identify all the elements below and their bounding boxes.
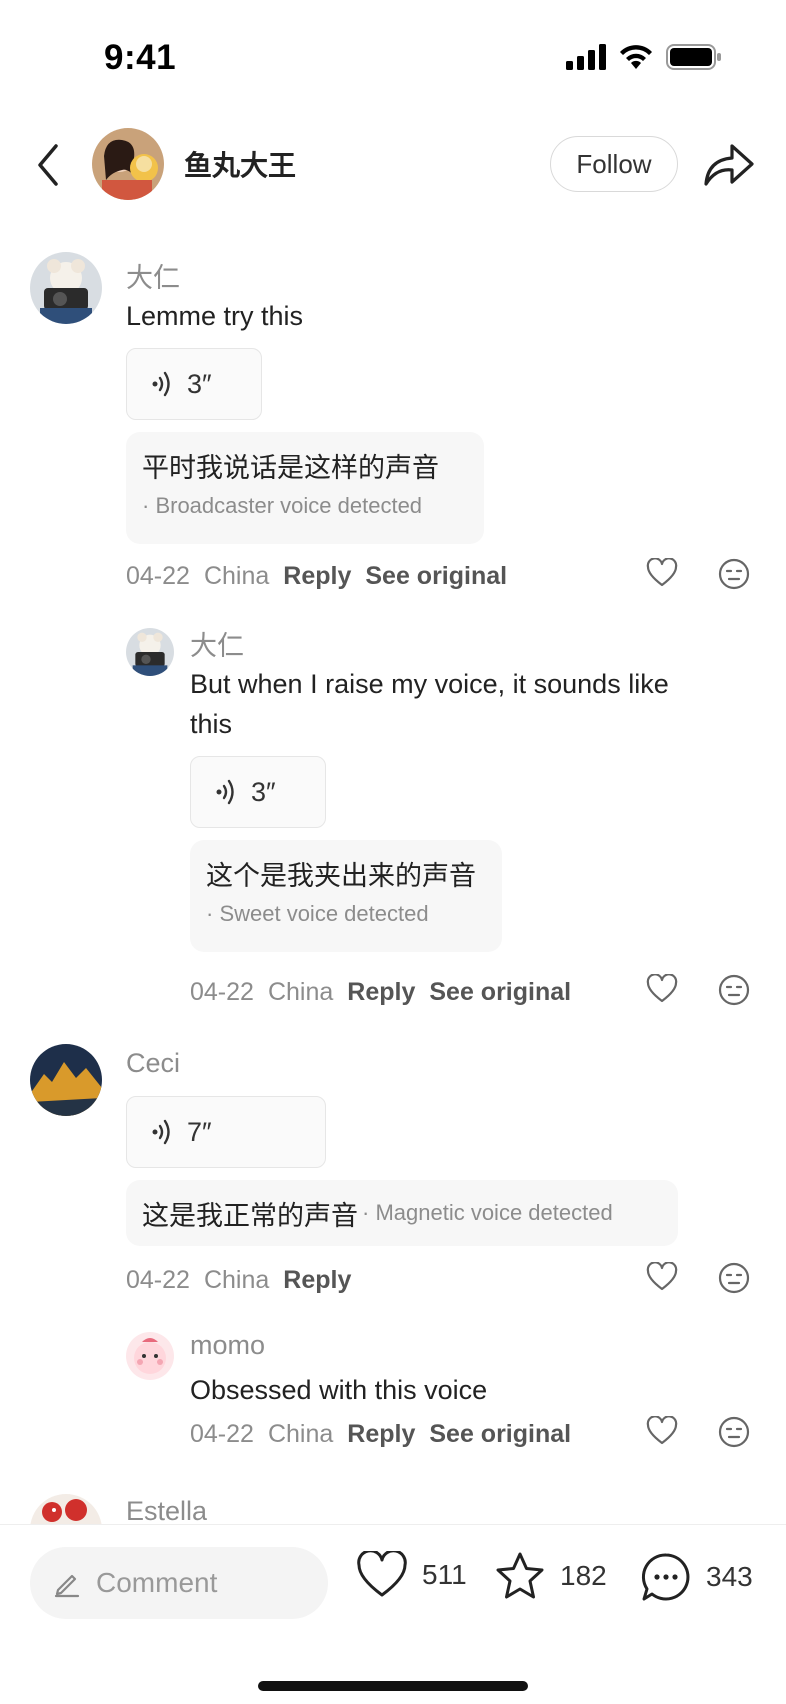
reply-button[interactable]: Reply [283, 562, 351, 591]
comment-actions [646, 558, 750, 590]
voice-detected-label: · Broadcaster voice detected [142, 493, 423, 518]
dislike-face-icon[interactable] [718, 558, 750, 590]
dislike-face-icon[interactable] [718, 1416, 750, 1448]
comment-meta: 04-22 China Reply See original [190, 1420, 585, 1449]
comment-location: China [203, 1266, 270, 1294]
reply-button[interactable]: Reply [283, 1266, 351, 1295]
comment-item: 大仁 Lemme try this 3″ 平时我说话是这样的声音 · Broad… [0, 240, 786, 600]
bottom-action-bar: Comment 511 182 343 [0, 1524, 786, 1704]
author-avatar[interactable] [92, 128, 164, 200]
comment-text-line-1: But when I raise my voice, it sounds lik… [190, 669, 669, 699]
reply-button[interactable]: Reply [347, 1420, 415, 1449]
dislike-face-icon[interactable] [718, 1262, 750, 1294]
transcript-text: 这个是我夹出来的声音 [206, 861, 476, 891]
voice-duration: 7″ [187, 1116, 212, 1147]
heart-icon[interactable] [646, 1416, 678, 1446]
comment-date: 04-22 [190, 978, 254, 1006]
comment-item: Estella [0, 1492, 786, 1524]
voice-wave-icon [152, 1119, 170, 1145]
heart-icon[interactable] [646, 974, 678, 1004]
comment-count: 343 [706, 1561, 753, 1592]
voice-transcript: 这是我正常的声音 · Magnetic voice detected [126, 1180, 678, 1246]
avatar[interactable] [30, 1044, 102, 1116]
chat-bubble-icon[interactable] [640, 1551, 692, 1603]
reply-button[interactable]: Reply [347, 978, 415, 1007]
comment-actions [646, 1262, 750, 1294]
like-stat[interactable]: 511 [356, 1551, 467, 1599]
comment-location: China [267, 978, 334, 1006]
star-icon[interactable] [494, 1551, 546, 1601]
pencil-icon [54, 1574, 80, 1598]
comments-list: 大仁 Lemme try this 3″ 平时我说话是这样的声音 · Broad… [0, 240, 786, 1524]
heart-icon[interactable] [646, 558, 678, 588]
comment-placeholder: Comment [96, 1567, 218, 1598]
voice-wave-icon [152, 371, 170, 397]
comment-reply-item: momo Obsessed with this voice 04-22 Chin… [0, 1330, 786, 1490]
comment-date: 04-22 [126, 562, 190, 590]
voice-duration: 3″ [187, 368, 212, 399]
author-name[interactable]: 鱼丸大王 [184, 144, 296, 184]
battery-icon [666, 44, 721, 70]
avatar[interactable] [30, 252, 102, 324]
comment-username[interactable]: 大仁 [190, 624, 244, 663]
comment-text: Lemme try this [126, 301, 304, 331]
post-header: 鱼丸大王 Follow [0, 118, 786, 218]
comment-stat[interactable]: 343 [640, 1551, 753, 1603]
comment-username[interactable]: 大仁 [126, 256, 180, 295]
transcript-text: 这是我正常的声音 [142, 1200, 358, 1231]
comment-input[interactable]: Comment [30, 1547, 328, 1619]
comment-date: 04-22 [126, 1266, 190, 1294]
like-count: 511 [422, 1559, 467, 1590]
heart-icon[interactable] [356, 1551, 408, 1599]
voice-transcript: 这个是我夹出来的声音 · Sweet voice detected [190, 840, 502, 952]
comment-text: Obsessed with this voice [190, 1375, 488, 1405]
voice-detected-label: · Sweet voice detected [206, 901, 429, 926]
comment-meta: 04-22 China Reply [126, 1266, 365, 1295]
see-original-button[interactable]: See original [365, 562, 507, 591]
comment-date: 04-22 [190, 1420, 254, 1448]
wifi-icon [620, 45, 652, 69]
voice-wave-icon [216, 779, 234, 805]
comment-username[interactable]: Estella [126, 1496, 207, 1524]
status-bar: 9:41 [0, 0, 786, 118]
comment-username[interactable]: Ceci [126, 1048, 180, 1079]
voice-duration: 3″ [251, 776, 276, 807]
comment-meta: 04-22 China Reply See original [190, 978, 585, 1007]
comment-location: China [203, 562, 270, 590]
status-time: 9:41 [104, 38, 177, 77]
share-icon[interactable] [700, 138, 756, 190]
voice-message[interactable]: 7″ [126, 1096, 326, 1168]
home-indicator[interactable] [258, 1681, 528, 1691]
avatar[interactable] [126, 628, 174, 676]
comment-meta: 04-22 China Reply See original [126, 562, 521, 591]
comment-location: China [267, 1420, 334, 1448]
avatar[interactable] [126, 1332, 174, 1380]
star-count: 182 [560, 1560, 607, 1591]
comment-text-line-2: this [190, 709, 233, 739]
comment-item: Ceci 7″ 这是我正常的声音 · Magnetic voice detect… [0, 1040, 786, 1300]
star-stat[interactable]: 182 [494, 1551, 607, 1601]
voice-transcript: 平时我说话是这样的声音 · Broadcaster voice detected [126, 432, 484, 544]
heart-icon[interactable] [646, 1262, 678, 1292]
voice-detected-label: · Magnetic voice detected [362, 1200, 613, 1225]
comment-actions [646, 1416, 750, 1448]
see-original-button[interactable]: See original [429, 1420, 571, 1449]
voice-message[interactable]: 3″ [126, 348, 262, 420]
cellular-signal-icon [566, 44, 606, 70]
comment-username[interactable]: momo [190, 1330, 265, 1361]
dislike-face-icon[interactable] [718, 974, 750, 1006]
status-icons [566, 44, 722, 70]
comment-actions [646, 974, 750, 1006]
transcript-text: 平时我说话是这样的声音 [142, 453, 439, 483]
comment-reply-item: 大仁 But when I raise my voice, it sounds … [0, 616, 786, 952]
see-original-button[interactable]: See original [429, 978, 571, 1007]
back-chevron-icon[interactable] [28, 140, 68, 190]
avatar[interactable] [30, 1494, 102, 1524]
voice-message[interactable]: 3″ [190, 756, 326, 828]
follow-button[interactable]: Follow [550, 136, 678, 192]
